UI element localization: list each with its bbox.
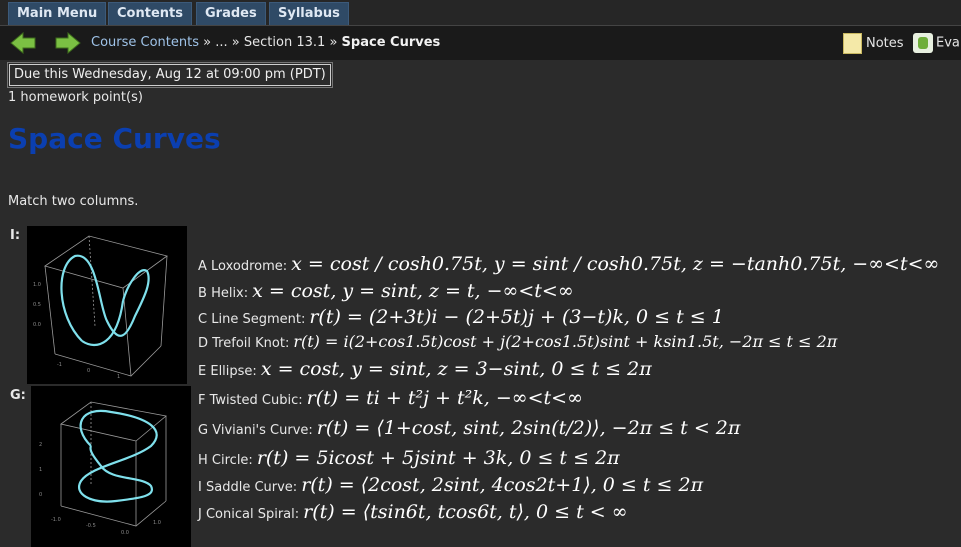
option-letter: E <box>198 364 207 379</box>
navigation-bar: Course Contents » ... » Section 13.1 » S… <box>0 26 961 60</box>
svg-text:-0.5: -0.5 <box>86 523 96 529</box>
option-letter: I <box>198 480 202 495</box>
svg-text:0.5: 0.5 <box>33 302 41 308</box>
option-letter: G <box>198 423 209 438</box>
option-name: Conical Spiral: <box>205 507 300 522</box>
option-formula: r(t) = 5icost + 5jsint + 3k, 0 ≤ t ≤ 2π <box>256 447 620 469</box>
option-letter: C <box>198 312 208 327</box>
option-a: A Loxodrome: x = cost / cosh0.75t, y = si… <box>198 253 939 275</box>
breadcrumb-current: Space Curves <box>341 35 441 50</box>
option-b: B Helix: x = cost, y = sint, z = t, −∞<t<… <box>198 280 574 302</box>
breadcrumb-section[interactable]: Section 13.1 <box>244 35 325 50</box>
option-name: Viviani's Curve: <box>212 423 313 438</box>
svg-text:0: 0 <box>39 492 42 498</box>
breadcrumb-separator: » <box>231 35 240 50</box>
breadcrumb-separator: » <box>203 35 212 50</box>
option-h: H Circle: r(t) = 5icost + 5jsint + 3k, 0 … <box>198 447 620 469</box>
due-date-box: Due this Wednesday, Aug 12 at 09:00 pm (… <box>7 62 333 88</box>
forward-arrow-icon[interactable] <box>55 32 81 54</box>
option-name: Saddle Curve: <box>205 480 298 495</box>
homework-points: 1 homework point(s) <box>8 90 143 105</box>
option-formula: x = cost, y = sint, z = 3−sint, 0 ≤ t ≤ … <box>260 358 652 380</box>
thumbs-up-icon <box>913 33 933 53</box>
svg-text:-1: -1 <box>57 362 62 368</box>
notes-button[interactable]: Notes <box>843 33 904 54</box>
option-j: J Conical Spiral: r(t) = ⟨tsin6t, tcos6t,… <box>198 501 628 523</box>
evaluate-button[interactable]: Eva <box>913 33 960 53</box>
option-name: Helix: <box>211 286 249 301</box>
page-title: Space Curves <box>8 122 221 155</box>
svg-text:1.0: 1.0 <box>153 520 161 526</box>
svg-text:1.0: 1.0 <box>33 282 41 288</box>
option-formula: r(t) = ti + t²j + t²k, −∞<t<∞ <box>306 387 583 409</box>
option-c: C Line Segment: r(t) = (2+3t)i − (2+5t)j … <box>198 306 724 328</box>
option-letter: J <box>198 507 202 522</box>
svg-text:0: 0 <box>87 368 90 374</box>
option-formula: r(t) = i(2+cos1.5t)cost + j(2+cos1.5t)si… <box>293 332 838 351</box>
option-e: E Ellipse: x = cost, y = sint, z = 3−sint… <box>198 358 652 380</box>
option-name: Line Segment: <box>211 312 306 327</box>
evaluate-label: Eva <box>936 35 960 51</box>
option-name: Twisted Cubic: <box>209 393 303 408</box>
svg-text:0.0: 0.0 <box>121 530 129 536</box>
svg-text:0.0: 0.0 <box>33 322 41 328</box>
option-letter: D <box>198 336 209 351</box>
space-curve-plot-g: 2 1 0 -1.0 -0.5 0.0 1.0 <box>31 386 191 547</box>
main-menu-bar: Main Menu Contents Grades Syllabus <box>0 0 961 26</box>
tab-main-menu[interactable]: Main Menu <box>8 2 107 25</box>
option-letter: B <box>198 286 207 301</box>
breadcrumb-ellipsis[interactable]: ... <box>215 35 227 50</box>
option-name: Circle: <box>211 453 253 468</box>
option-formula: r(t) = ⟨1+cost, sint, 2sin(t/2)⟩, −2π ≤ … <box>316 417 741 439</box>
tab-contents[interactable]: Contents <box>108 2 192 25</box>
option-name: Trefoil Knot: <box>212 336 290 351</box>
question-label-i: I: <box>10 228 21 243</box>
option-letter: H <box>198 453 208 468</box>
option-name: Loxodrome: <box>211 259 288 274</box>
svg-text:1: 1 <box>117 374 120 380</box>
instructions: Match two columns. <box>8 194 139 209</box>
option-formula: r(t) = (2+3t)i − (2+5t)j + (3−t)k, 0 ≤ t… <box>309 306 724 328</box>
breadcrumb-separator: » <box>329 35 338 50</box>
svg-text:2: 2 <box>39 442 42 448</box>
back-arrow-icon[interactable] <box>10 32 36 54</box>
option-f: F Twisted Cubic: r(t) = ti + t²j + t²k, −… <box>198 387 583 409</box>
tab-grades[interactable]: Grades <box>196 2 266 25</box>
question-label-g: G: <box>10 388 26 403</box>
option-formula: x = cost, y = sint, z = t, −∞<t<∞ <box>252 280 574 302</box>
svg-text:1: 1 <box>39 467 42 473</box>
option-g: G Viviani's Curve: r(t) = ⟨1+cost, sint, … <box>198 417 740 439</box>
option-formula: r(t) = ⟨tsin6t, tcos6t, t⟩, 0 ≤ t < ∞ <box>303 501 628 523</box>
notes-label: Notes <box>866 36 904 51</box>
option-letter: F <box>198 393 206 408</box>
space-curve-plot-i: 1.0 0.5 0.0 -1 0 1 <box>27 226 187 384</box>
option-letter: A <box>198 259 207 274</box>
breadcrumb: Course Contents » ... » Section 13.1 » S… <box>91 35 440 50</box>
notes-icon <box>843 33 862 54</box>
option-name: Ellipse: <box>210 364 257 379</box>
option-formula: x = cost / cosh0.75t, y = sint / cosh0.7… <box>291 253 940 275</box>
breadcrumb-course-contents[interactable]: Course Contents <box>91 35 199 50</box>
svg-text:-1.0: -1.0 <box>51 517 61 523</box>
option-i: I Saddle Curve: r(t) = ⟨2cost, 2sint, 4co… <box>198 474 703 496</box>
tab-syllabus[interactable]: Syllabus <box>269 2 349 25</box>
option-d: D Trefoil Knot: r(t) = i(2+cos1.5t)cost +… <box>198 332 837 351</box>
option-formula: r(t) = ⟨2cost, 2sint, 4cos2t+1⟩, 0 ≤ t ≤… <box>301 474 704 496</box>
